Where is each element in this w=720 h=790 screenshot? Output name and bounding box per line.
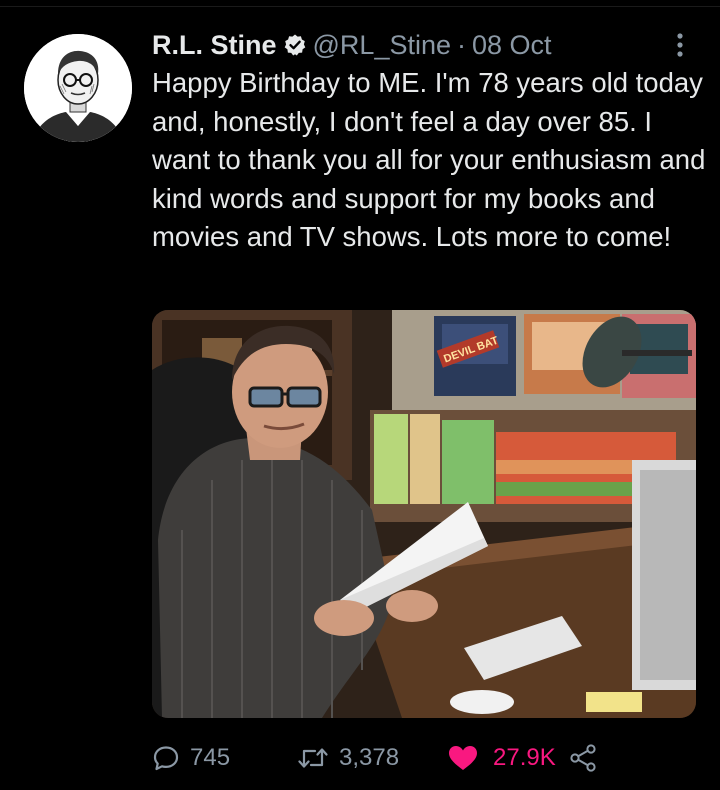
header-separator: · bbox=[457, 29, 466, 60]
retweet-count: 3,378 bbox=[339, 744, 400, 771]
like-button[interactable]: 27.9K bbox=[447, 744, 556, 772]
heart-icon bbox=[449, 746, 477, 770]
tweet-photo[interactable]: DEVIL BAT bbox=[152, 310, 696, 718]
reply-count: 745 bbox=[190, 744, 231, 771]
portrait-illustration-icon bbox=[24, 34, 132, 142]
like-count: 27.9K bbox=[493, 744, 556, 771]
retweet-button[interactable]: 3,378 bbox=[297, 744, 447, 772]
tweet-header: R.L. Stine @RL_Stine · 08 Oct bbox=[152, 26, 552, 64]
retweet-icon bbox=[298, 748, 328, 768]
tweet-action-bar: 745 3,378 27.9K bbox=[152, 738, 598, 778]
author-display-name[interactable]: R.L. Stine bbox=[152, 30, 277, 61]
more-vertical-icon[interactable] bbox=[670, 30, 690, 60]
author-avatar[interactable] bbox=[24, 34, 132, 142]
reply-button[interactable]: 745 bbox=[152, 744, 297, 772]
top-divider bbox=[0, 6, 720, 7]
share-button[interactable] bbox=[568, 743, 598, 773]
tweet-date[interactable]: 08 Oct bbox=[472, 30, 552, 61]
author-handle[interactable]: @RL_Stine bbox=[313, 30, 451, 61]
verified-badge-icon bbox=[283, 33, 307, 57]
share-icon bbox=[570, 744, 596, 772]
tweet-text: Happy Birthday to ME. I'm 78 years old t… bbox=[152, 67, 706, 252]
reply-bubble-icon bbox=[153, 746, 179, 771]
